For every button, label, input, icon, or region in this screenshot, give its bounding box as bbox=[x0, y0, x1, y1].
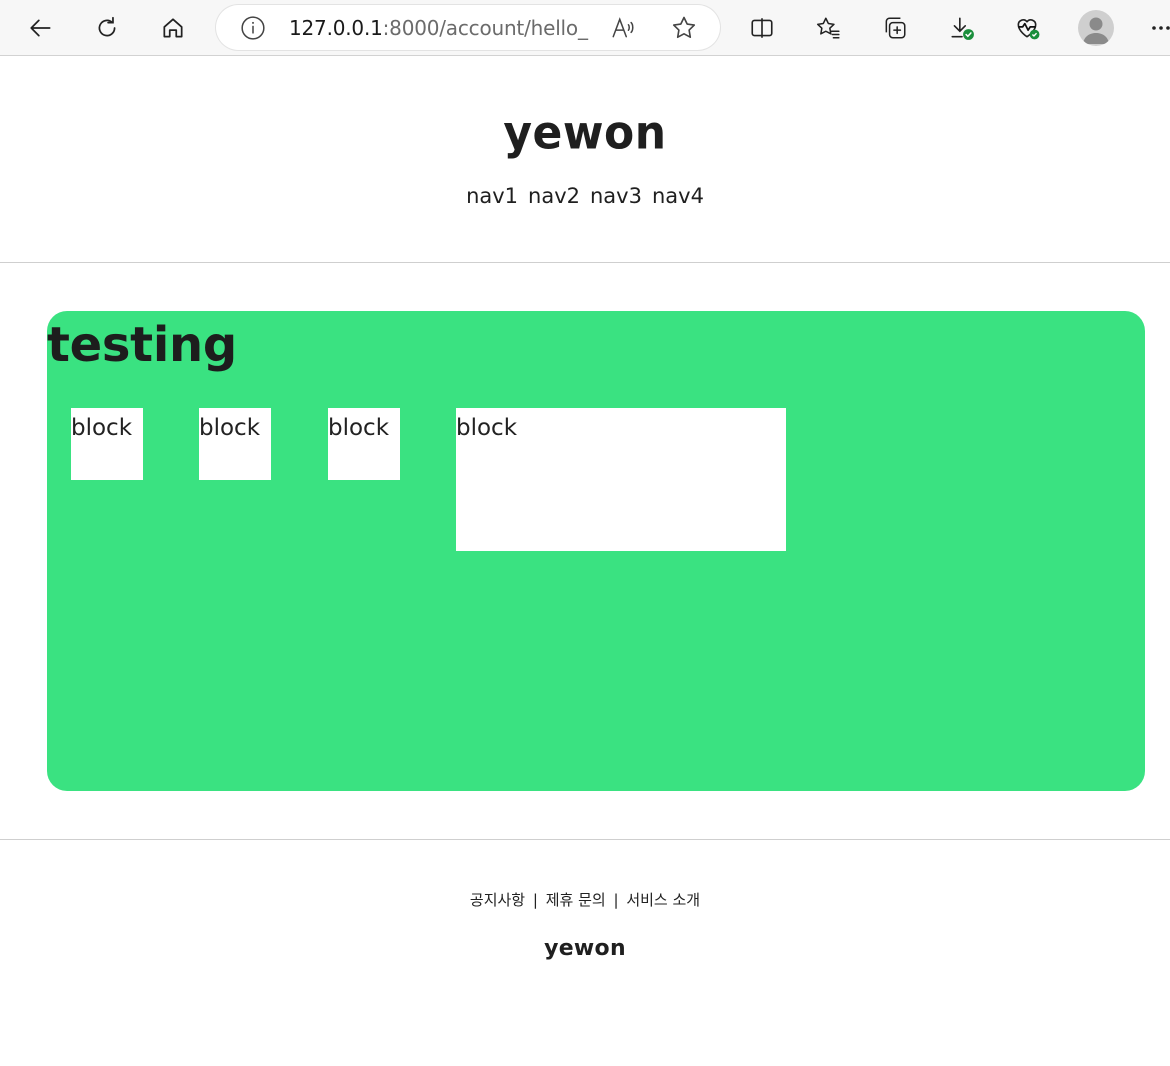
site-info-icon[interactable] bbox=[240, 15, 266, 41]
nav-item-2[interactable]: nav2 bbox=[528, 184, 580, 208]
footer-link-notice[interactable]: 공지사항 bbox=[470, 891, 525, 909]
browser-toolbar: 127.0.0.1:8000/account/hello_... bbox=[0, 0, 1170, 56]
read-aloud-icon[interactable] bbox=[610, 15, 636, 41]
block-2: block bbox=[199, 408, 271, 480]
back-arrow-icon bbox=[30, 19, 51, 37]
split-screen-button[interactable] bbox=[742, 8, 782, 48]
favorites-list-icon bbox=[816, 17, 840, 39]
more-options-icon[interactable] bbox=[1150, 16, 1170, 40]
profile-avatar[interactable] bbox=[1078, 10, 1114, 46]
home-button[interactable] bbox=[153, 8, 193, 48]
favorite-star-icon[interactable] bbox=[670, 14, 698, 42]
footer-separator: | bbox=[613, 891, 619, 909]
site-logo[interactable]: yewon bbox=[0, 107, 1170, 161]
header-divider bbox=[0, 262, 1170, 263]
downloads-button[interactable] bbox=[942, 8, 982, 48]
footer-logo[interactable]: yewon bbox=[0, 936, 1170, 961]
heart-pulse-icon bbox=[1017, 19, 1040, 40]
footer-links: 공지사항 | 제휴 문의 | 서비스 소개 bbox=[0, 889, 1170, 910]
url-host: 127.0.0.1 bbox=[289, 16, 383, 40]
footer-link-about[interactable]: 서비스 소개 bbox=[626, 891, 700, 909]
collections-icon bbox=[885, 17, 906, 39]
url-path: :8000/account/hello_... bbox=[382, 16, 589, 40]
collections-button[interactable] bbox=[875, 8, 915, 48]
split-screen-icon bbox=[751, 18, 773, 38]
footer-separator: | bbox=[532, 891, 538, 909]
home-icon bbox=[163, 18, 183, 38]
back-button[interactable] bbox=[21, 8, 61, 48]
download-icon bbox=[951, 17, 974, 40]
footer-divider bbox=[0, 839, 1170, 840]
main-nav: nav1 nav2 nav3 nav4 bbox=[0, 184, 1170, 208]
panel-title: testing bbox=[47, 317, 237, 373]
address-bar[interactable]: 127.0.0.1:8000/account/hello_... bbox=[216, 5, 720, 50]
block-1: block bbox=[71, 408, 143, 480]
profile-icon bbox=[1083, 17, 1109, 44]
block-3: block bbox=[328, 408, 400, 480]
url-text[interactable]: 127.0.0.1:8000/account/hello_... bbox=[289, 16, 589, 40]
block-4: block bbox=[456, 408, 786, 551]
refresh-icon bbox=[98, 16, 116, 37]
nav-item-4[interactable]: nav4 bbox=[652, 184, 704, 208]
favorites-button[interactable] bbox=[808, 8, 848, 48]
refresh-button[interactable] bbox=[87, 8, 127, 48]
nav-item-1[interactable]: nav1 bbox=[466, 184, 518, 208]
nav-item-3[interactable]: nav3 bbox=[590, 184, 642, 208]
testing-panel: testing block block block block bbox=[47, 311, 1145, 791]
browser-essentials-button[interactable] bbox=[1007, 8, 1047, 48]
footer-link-partnership[interactable]: 제휴 문의 bbox=[546, 891, 606, 909]
